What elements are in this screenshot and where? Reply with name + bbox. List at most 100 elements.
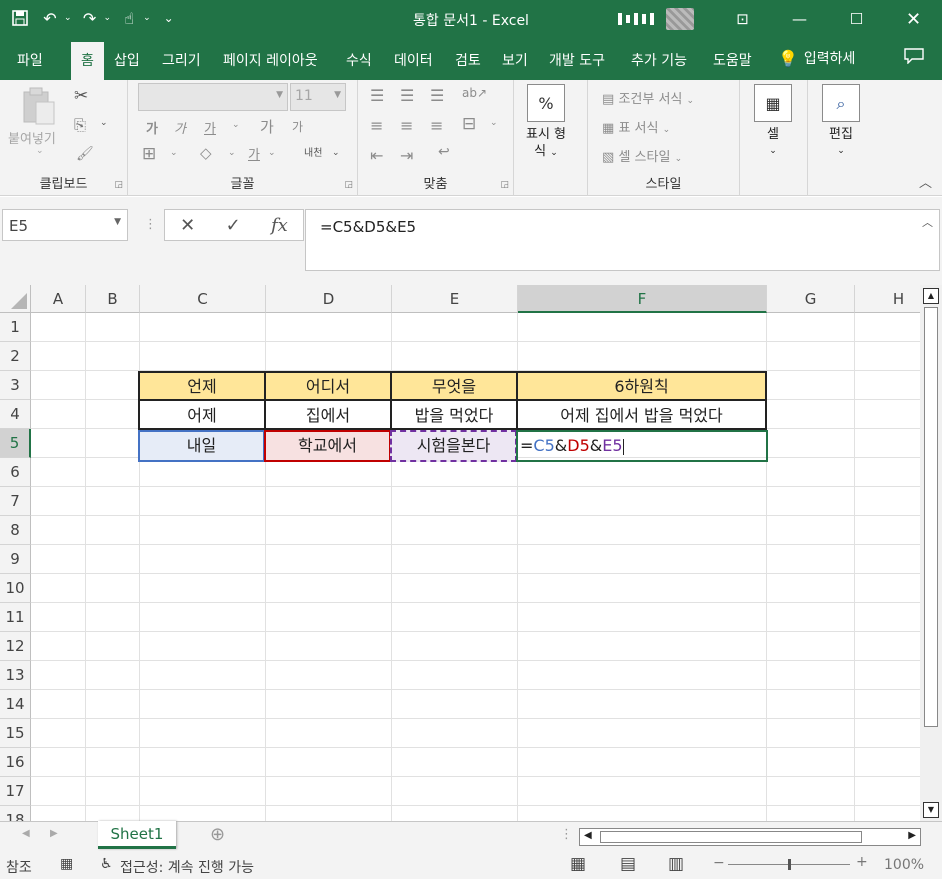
insert-function-icon[interactable]: fx — [271, 215, 288, 236]
col-header-b[interactable]: B — [86, 285, 140, 313]
decrease-indent-icon[interactable]: ⇤ — [370, 146, 383, 165]
horizontal-scrollbar[interactable]: ◀ ▶ — [579, 828, 921, 846]
split-grip-icon[interactable]: ⋮ — [560, 827, 573, 842]
row-header-16[interactable]: 16 — [0, 748, 31, 777]
format-as-table-button[interactable]: ▦ 표 서식 ⌄ — [602, 117, 670, 136]
avatar[interactable] — [666, 8, 694, 30]
vertical-scrollbar[interactable]: ▲ ▼ — [920, 285, 942, 821]
row-header-5[interactable]: 5 — [0, 429, 31, 458]
row-header-7[interactable]: 7 — [0, 487, 31, 516]
comments-icon[interactable] — [904, 48, 924, 64]
formula-bar-grip-icon[interactable]: ⋮ — [144, 217, 157, 232]
row-header-17[interactable]: 17 — [0, 777, 31, 806]
tab-add-ins[interactable]: 추가 기능 — [631, 50, 687, 70]
cell-styles-button[interactable]: ▧ 셀 스타일 ⌄ — [602, 146, 682, 165]
tab-data[interactable]: 데이터 — [394, 50, 433, 70]
cancel-icon[interactable]: ✕ — [180, 215, 195, 236]
tab-developer[interactable]: 개발 도구 — [549, 50, 605, 70]
cell-d3[interactable]: 어디서 — [264, 371, 392, 401]
cell-e3[interactable]: 무엇을 — [390, 371, 518, 401]
align-middle-icon[interactable]: ☰ — [400, 86, 414, 105]
normal-view-icon[interactable]: ▦ — [570, 854, 586, 874]
row-header-10[interactable]: 10 — [0, 574, 31, 603]
copy-dropdown-icon[interactable]: ⌄ — [100, 118, 108, 128]
font-name-select[interactable]: ▼ — [138, 83, 288, 111]
cell-d4[interactable]: 집에서 — [264, 399, 392, 430]
border-icon[interactable]: ⊞ — [142, 144, 156, 164]
cell-f4[interactable]: 어제 집에서 밥을 먹었다 — [516, 399, 767, 430]
col-header-g[interactable]: G — [767, 285, 855, 313]
cut-icon[interactable]: ✂ — [74, 86, 88, 106]
paste-button[interactable]: 붙여넣기 — [8, 128, 56, 147]
zoom-slider-thumb[interactable] — [788, 859, 791, 870]
paste-dropdown-icon[interactable]: ⌄ — [36, 146, 44, 156]
paste-icon[interactable] — [18, 86, 58, 126]
cells-button[interactable]: ▦ 셀 ⌄ — [754, 84, 792, 160]
merge-center-icon[interactable]: ⊟ — [462, 114, 476, 134]
tab-draw[interactable]: 그리기 — [162, 50, 201, 70]
close-icon[interactable]: ✕ — [885, 0, 942, 38]
prev-sheet-icon[interactable]: ◀ — [22, 828, 30, 839]
orientation-icon[interactable]: ab↗ — [462, 86, 487, 100]
font-color-dropdown-icon[interactable]: ⌄ — [268, 148, 276, 158]
cell-c3[interactable]: 언제 — [138, 371, 266, 401]
merge-dropdown-icon[interactable]: ⌄ — [490, 118, 498, 128]
name-box[interactable]: E5 ▼ — [2, 209, 128, 241]
align-center-icon[interactable]: ≡ — [400, 116, 413, 135]
row-header-3[interactable]: 3 — [0, 371, 31, 400]
cell-c5[interactable]: 내일 — [138, 430, 265, 462]
account-area[interactable] — [618, 8, 694, 30]
cell-c4[interactable]: 어제 — [138, 399, 266, 430]
scroll-up-icon[interactable]: ▲ — [923, 288, 939, 304]
tab-home[interactable]: 홈 — [71, 42, 104, 80]
row-header-4[interactable]: 4 — [0, 400, 31, 429]
align-bottom-icon[interactable]: ☰ — [430, 86, 444, 105]
row-header-1[interactable]: 1 — [0, 313, 31, 342]
underline-button[interactable]: 가 — [204, 118, 216, 137]
phonetic-dropdown-icon[interactable]: ⌄ — [332, 148, 340, 158]
font-name-dropdown-icon[interactable]: ▼ — [276, 90, 283, 100]
expand-formula-bar-icon[interactable]: ︿ — [922, 214, 933, 230]
shrink-font-button[interactable]: 가 — [292, 118, 303, 135]
zoom-level[interactable]: 100% — [884, 857, 924, 873]
cell-e5[interactable]: 시험을본다 — [390, 430, 517, 462]
font-size-select[interactable]: 11 ▼ — [290, 83, 346, 111]
align-left-icon[interactable]: ≡ — [370, 116, 383, 135]
scroll-down-icon[interactable]: ▼ — [923, 802, 939, 818]
underline-dropdown-icon[interactable]: ⌄ — [232, 120, 240, 130]
row-header-13[interactable]: 13 — [0, 661, 31, 690]
wrap-text-icon[interactable]: ↩ — [438, 144, 450, 160]
new-sheet-icon[interactable]: ⊕ — [210, 824, 225, 845]
row-header-14[interactable]: 14 — [0, 690, 31, 719]
align-right-icon[interactable]: ≡ — [430, 116, 443, 135]
grow-font-button[interactable]: 가 — [260, 116, 274, 137]
cell-d5[interactable]: 학교에서 — [264, 430, 391, 462]
row-header-9[interactable]: 9 — [0, 545, 31, 574]
cell-f5-editing[interactable]: =C5&D5&E5 — [516, 430, 768, 462]
row-header-15[interactable]: 15 — [0, 719, 31, 748]
tell-me-box[interactable]: 💡 입력하세 — [778, 48, 855, 68]
increase-indent-icon[interactable]: ⇥ — [400, 146, 413, 165]
select-all-corner[interactable] — [0, 285, 31, 313]
collapse-ribbon-icon[interactable]: ︿ — [919, 172, 932, 191]
maximize-icon[interactable]: ☐ — [828, 0, 885, 38]
col-header-e[interactable]: E — [392, 285, 518, 313]
row-header-6[interactable]: 6 — [0, 458, 31, 487]
font-launcher-icon[interactable]: ◲ — [344, 180, 353, 190]
row-header-2[interactable]: 2 — [0, 342, 31, 371]
row-header-18[interactable]: 18 — [0, 806, 31, 821]
name-box-dropdown-icon[interactable]: ▼ — [114, 217, 121, 227]
ribbon-display-options-icon[interactable]: ⊡ — [714, 0, 771, 38]
editing-button[interactable]: ⌕ 편집 ⌄ — [822, 84, 860, 160]
col-header-c[interactable]: C — [140, 285, 266, 313]
enter-icon[interactable]: ✓ — [226, 215, 241, 236]
bold-button[interactable]: 가 — [146, 118, 158, 137]
number-format-button[interactable]: % 표시 형 식 ⌄ — [526, 84, 566, 162]
tab-page-layout[interactable]: 페이지 레이아웃 — [223, 50, 318, 70]
accessibility-icon[interactable]: ♿ — [100, 856, 113, 872]
zoom-out-icon[interactable]: − — [713, 855, 725, 871]
phonetic-guide-button[interactable]: 내천 — [304, 144, 322, 159]
font-color-button[interactable]: 가 — [248, 144, 260, 163]
alignment-launcher-icon[interactable]: ◲ — [500, 180, 509, 190]
zoom-in-icon[interactable]: + — [856, 854, 868, 870]
